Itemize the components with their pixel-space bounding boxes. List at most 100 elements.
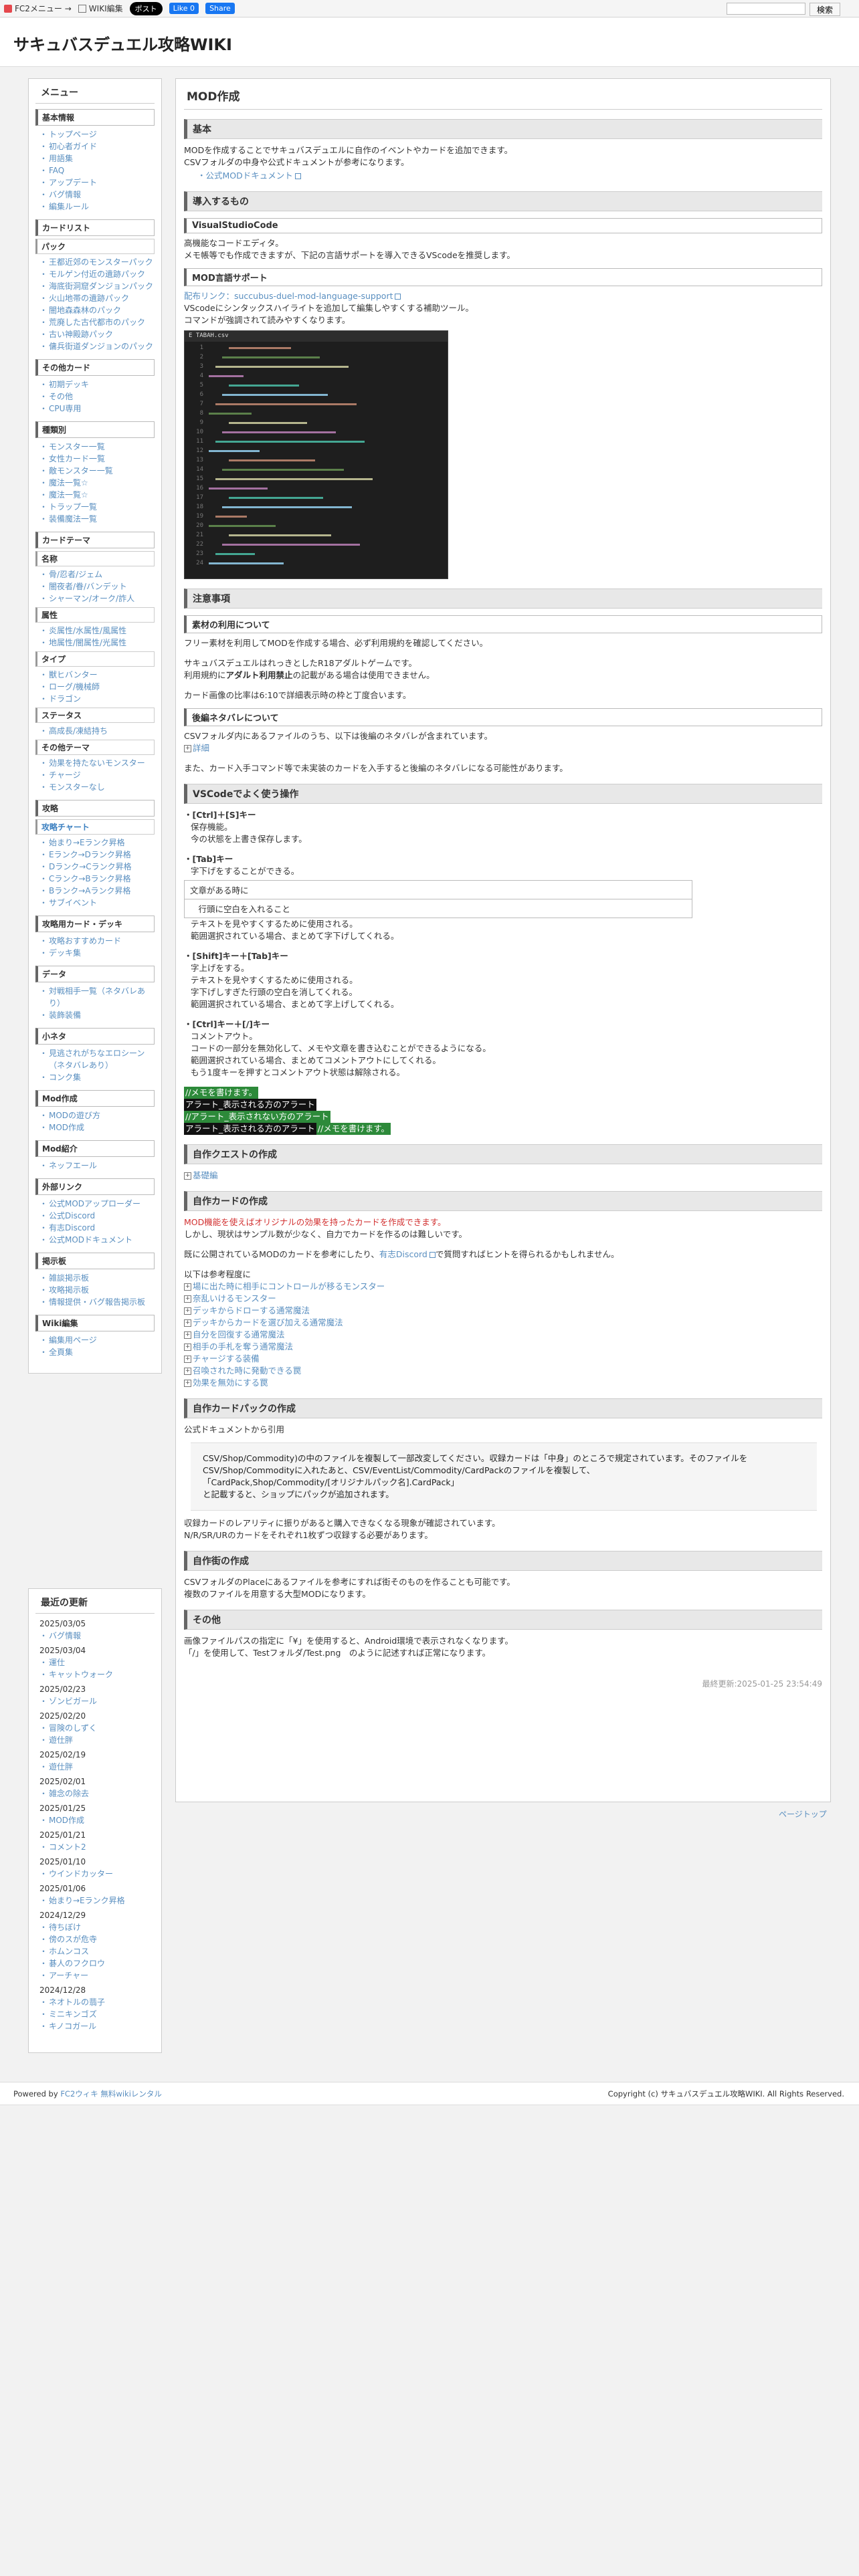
- card-example-toggle[interactable]: + 奈乱いけるモンスター: [184, 1293, 822, 1305]
- menu-link[interactable]: モンスターなし: [39, 781, 155, 793]
- menu-link[interactable]: 公式MODドキュメント: [39, 1234, 155, 1246]
- menu-link[interactable]: 編集用ページ: [39, 1334, 155, 1346]
- quest-basic-toggle[interactable]: + 基礎編: [184, 1170, 822, 1182]
- menu-link[interactable]: 見逃されがちなエロシーン（ネタバレあり）: [39, 1047, 155, 1071]
- menu-link[interactable]: ネッフエール: [39, 1160, 155, 1172]
- menu-link[interactable]: デッキ集: [39, 947, 155, 959]
- menu-link[interactable]: Bランク→Aランク昇格: [39, 885, 155, 897]
- menu-link[interactable]: 公式MODアップローダー: [39, 1198, 155, 1210]
- menu-link[interactable]: アップデート: [39, 177, 155, 189]
- menu-link[interactable]: 海底街洞窟ダンジョンパック: [39, 280, 155, 292]
- menu-link[interactable]: Eランク→Dランク昇格: [39, 849, 155, 861]
- menu-link[interactable]: 獣ヒバンター: [39, 669, 155, 681]
- spoiler-detail-toggle[interactable]: + 詳細: [184, 742, 822, 754]
- menu-link[interactable]: ローグ/機械師: [39, 681, 155, 693]
- menu-link[interactable]: 装飾装備: [39, 1009, 155, 1021]
- card-example-toggle[interactable]: + 場に出た時に相手にコントロールが移るモンスター: [184, 1281, 822, 1293]
- menu-link[interactable]: ネオトルの翡子: [39, 1996, 155, 2008]
- menu-link[interactable]: 遊仕胖: [39, 1761, 155, 1773]
- menu-link[interactable]: 地属性/闇属性/光属性: [39, 637, 155, 649]
- fb-share-button[interactable]: Share: [205, 3, 235, 14]
- menu-link[interactable]: 魔法一覧☆: [39, 489, 155, 501]
- menu-link[interactable]: シャーマン/オーク/詐人: [39, 593, 155, 605]
- menu-link[interactable]: 闇夜者/眷/バンデット: [39, 580, 155, 593]
- wiki-edit-link[interactable]: WIKI編集: [78, 3, 123, 14]
- menu-link[interactable]: 火山地帯の遺跡パック: [39, 292, 155, 304]
- menu-link[interactable]: 古い神殿跡パック: [39, 328, 155, 340]
- menu-subheading[interactable]: 攻略チャート: [35, 819, 155, 835]
- menu-link[interactable]: 装備魔法一覧: [39, 513, 155, 525]
- fc2wiki-link[interactable]: FC2ウィキ 無料wikiレンタル: [60, 2089, 162, 2099]
- menu-link[interactable]: 公式Discord: [39, 1210, 155, 1222]
- menu-link[interactable]: MODの遊び方: [39, 1109, 155, 1121]
- menu-link[interactable]: コメント2: [39, 1841, 155, 1853]
- menu-link[interactable]: ウインドカッター: [39, 1868, 155, 1880]
- menu-link[interactable]: 対戦相手一覧（ネタバレあり）: [39, 985, 155, 1009]
- menu-link[interactable]: 雑念の除去: [39, 1788, 155, 1800]
- fb-like-button[interactable]: Like 0: [169, 3, 199, 14]
- menu-link[interactable]: 敵モンスター一覧: [39, 465, 155, 477]
- menu-link[interactable]: ゾンビガール: [39, 1695, 155, 1707]
- menu-link[interactable]: CPU専用: [39, 403, 155, 415]
- menu-link[interactable]: 闇地森森林のパック: [39, 304, 155, 316]
- search-button[interactable]: 検索: [809, 3, 840, 16]
- menu-link[interactable]: キノコガール: [39, 2020, 155, 2032]
- menu-link[interactable]: 始まり→Eランク昇格: [39, 1895, 155, 1907]
- menu-link[interactable]: 碁人のフクロウ: [39, 1957, 155, 1969]
- search-input[interactable]: [726, 3, 805, 15]
- menu-link[interactable]: 攻略掲示板: [39, 1284, 155, 1296]
- menu-link[interactable]: 編集ルール: [39, 201, 155, 213]
- menu-link[interactable]: トラップ一覧: [39, 501, 155, 513]
- menu-link[interactable]: ミニキンゴズ: [39, 2008, 155, 2020]
- menu-link[interactable]: 待ちぼけ: [39, 1921, 155, 1933]
- menu-link[interactable]: トップページ: [39, 128, 155, 140]
- menu-link[interactable]: 荒廃した古代都市のパック: [39, 316, 155, 328]
- discord-link[interactable]: 有志Discord: [379, 1249, 427, 1259]
- menu-link[interactable]: 効果を持たないモンスター: [39, 757, 155, 769]
- x-post-button[interactable]: ポスト: [129, 1, 163, 15]
- card-example-toggle[interactable]: + デッキからドローする通常魔法: [184, 1305, 822, 1317]
- menu-link[interactable]: チャージ: [39, 769, 155, 781]
- menu-link[interactable]: モルゲン付近の遺跡パック: [39, 268, 155, 280]
- menu-link[interactable]: 攻略おすすめカード: [39, 935, 155, 947]
- menu-link[interactable]: 魔法一覧☆: [39, 477, 155, 489]
- menu-link[interactable]: Dランク→Cランク昇格: [39, 861, 155, 873]
- menu-link[interactable]: 初心者ガイド: [39, 140, 155, 152]
- menu-link[interactable]: 遊仕胖: [39, 1734, 155, 1746]
- language-support-link[interactable]: 配布リンク：succubus-duel-mod-language-support: [184, 290, 822, 302]
- card-example-toggle[interactable]: + チャージする装備: [184, 1353, 822, 1365]
- menu-link[interactable]: 初期デッキ: [39, 379, 155, 391]
- menu-link[interactable]: 傭兵街道ダンジョンのパック: [39, 340, 155, 352]
- menu-link[interactable]: 用語集: [39, 152, 155, 165]
- menu-link[interactable]: 冒険のしずく: [39, 1722, 155, 1734]
- menu-link[interactable]: MOD作成: [39, 1814, 155, 1826]
- menu-link[interactable]: 全頁集: [39, 1346, 155, 1358]
- menu-link[interactable]: ホムンコス: [39, 1945, 155, 1957]
- menu-link[interactable]: 骨/忍者/ジェム: [39, 568, 155, 580]
- menu-link[interactable]: 女性カード一覧: [39, 453, 155, 465]
- site-title[interactable]: サキュバスデュエル攻略WIKI: [13, 31, 232, 55]
- menu-link[interactable]: Cランク→Bランク昇格: [39, 873, 155, 885]
- menu-link[interactable]: 始まり→Eランク昇格: [39, 837, 155, 849]
- menu-link[interactable]: キャットウォーク: [39, 1669, 155, 1681]
- menu-link[interactable]: 情報提供・バグ報告掲示板: [39, 1296, 155, 1308]
- menu-link[interactable]: モンスター一覧: [39, 441, 155, 453]
- menu-link[interactable]: バグ情報: [39, 1630, 155, 1642]
- menu-link[interactable]: 炎属性/水属性/風属性: [39, 625, 155, 637]
- menu-link[interactable]: 運仕: [39, 1656, 155, 1669]
- menu-link[interactable]: 王都近郊のモンスターパック: [39, 256, 155, 268]
- menu-link[interactable]: MOD作成: [39, 1121, 155, 1134]
- menu-link[interactable]: 傍のスが危寺: [39, 1933, 155, 1945]
- card-example-toggle[interactable]: + 効果を無効にする罠: [184, 1377, 822, 1389]
- doc-link[interactable]: 公式MODドキュメント: [197, 170, 822, 182]
- card-example-toggle[interactable]: + 相手の手札を奪う通常魔法: [184, 1341, 822, 1353]
- menu-link[interactable]: FAQ: [39, 165, 155, 177]
- fc2-menu-link[interactable]: FC2メニュー →: [4, 3, 72, 14]
- card-example-toggle[interactable]: + デッキからカードを選び加える通常魔法: [184, 1317, 822, 1329]
- menu-link[interactable]: 高成長/凍結持ち: [39, 725, 155, 737]
- menu-link[interactable]: アーチャー: [39, 1969, 155, 1981]
- card-example-toggle[interactable]: + 召喚された時に発動できる罠: [184, 1365, 822, 1377]
- menu-link[interactable]: バグ情報: [39, 189, 155, 201]
- page-top-link[interactable]: ページトップ: [779, 1808, 827, 1820]
- menu-link[interactable]: コンク集: [39, 1071, 155, 1083]
